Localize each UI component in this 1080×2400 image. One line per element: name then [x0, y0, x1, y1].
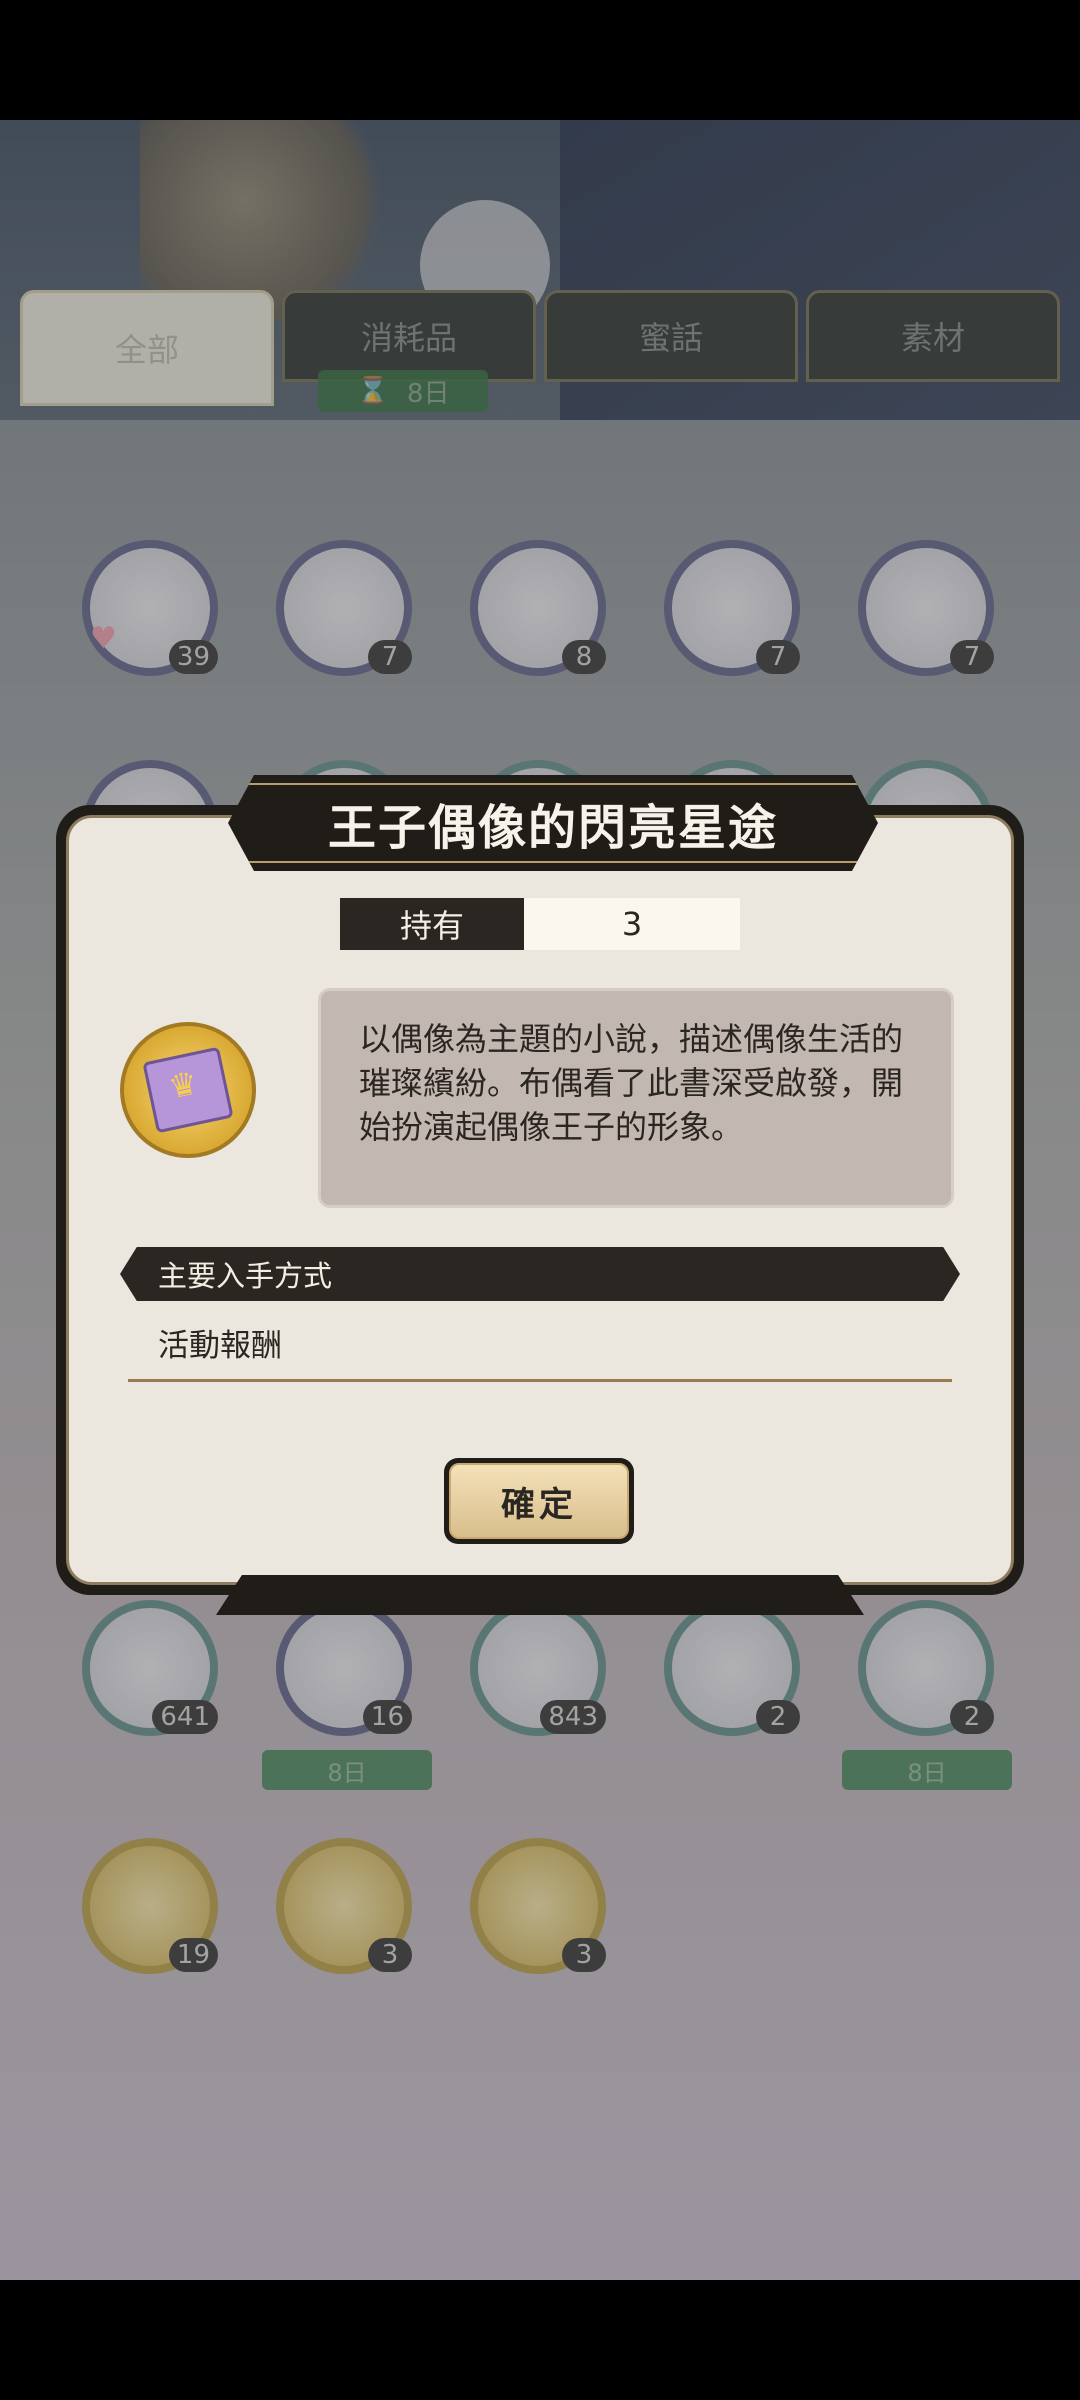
dialog-title-plate: 王子偶像的閃亮星途: [228, 775, 878, 871]
item-description-box: 以偶像為主題的小說，描述偶像生活的璀璨繽紛。布偶看了此書深受啟發，開始扮演起偶像…: [318, 988, 954, 1208]
book-icon: [142, 1046, 234, 1134]
item-icon: [120, 1022, 256, 1158]
dialog-bottom-ornament: [216, 1575, 864, 1615]
owned-label: 持有: [340, 898, 524, 950]
item-description: 以偶像為主題的小說，描述偶像生活的璀璨繽紛。布偶看了此書深受啟發，開始扮演起偶像…: [359, 1020, 904, 1146]
confirm-button-label: 確定: [449, 1463, 629, 1539]
confirm-button[interactable]: 確定: [444, 1458, 634, 1544]
owned-value: 3: [524, 898, 740, 950]
divider: [128, 1379, 952, 1382]
acquisition-value: 活動報酬: [158, 1328, 282, 1364]
owned-count: 持有 3: [340, 898, 740, 950]
dialog-title: 王子偶像的閃亮星途: [327, 800, 778, 856]
acquisition-header: 主要入手方式: [120, 1247, 960, 1301]
